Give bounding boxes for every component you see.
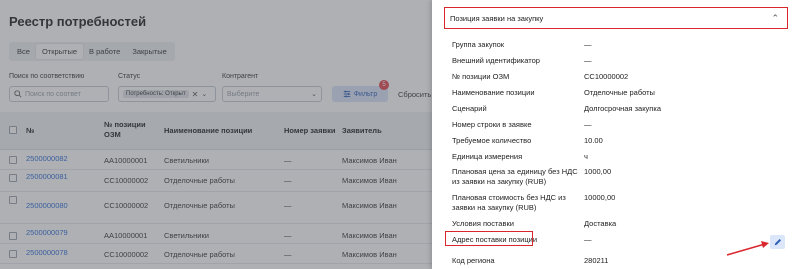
prop-label: Сценарий bbox=[452, 104, 487, 113]
modal-overlay[interactable] bbox=[0, 0, 432, 269]
prop-value: Доставка bbox=[584, 219, 617, 228]
prop-value: Отделочные работы bbox=[584, 88, 655, 97]
section-header[interactable]: Позиция заявки на закупку ⌃ bbox=[444, 7, 788, 29]
prop-label: Группа закупок bbox=[452, 40, 505, 49]
prop-label: Единица измерения bbox=[452, 152, 523, 161]
prop-value: 10000,00 bbox=[584, 193, 616, 202]
prop-label: Плановая цена за единицу без НДС из заяв… bbox=[452, 167, 578, 186]
prop-label: Наименование позиции bbox=[452, 88, 535, 97]
prop-value: — bbox=[584, 40, 592, 49]
chevron-up-icon[interactable]: ⌃ bbox=[771, 13, 779, 24]
prop-label: № позиции ОЗМ bbox=[452, 72, 510, 81]
prop-value: — bbox=[584, 235, 592, 244]
prop-value: 1000,00 bbox=[584, 167, 612, 176]
arrow-annotation bbox=[726, 241, 769, 256]
prop-label: Требуемое количество bbox=[452, 136, 532, 145]
edit-address-button[interactable] bbox=[770, 235, 785, 249]
section-title: Позиция заявки на закупку bbox=[450, 13, 544, 23]
prop-label: Внешний идентификатор bbox=[452, 56, 540, 65]
prop-value: ч bbox=[584, 152, 588, 161]
prop-label: Плановая стоимость без НДС из заявки на … bbox=[452, 193, 566, 212]
prop-value: — bbox=[584, 120, 592, 129]
prop-label: Условия поставки bbox=[452, 219, 514, 228]
highlight-box bbox=[445, 231, 533, 246]
prop-value: — bbox=[584, 56, 592, 65]
prop-label: Код региона bbox=[452, 256, 495, 265]
position-details-drawer: Позиция заявки на закупку ⌃ Группа закуп… bbox=[432, 0, 800, 269]
prop-label: Номер строки в заявке bbox=[452, 120, 532, 129]
pencil-icon bbox=[774, 238, 781, 246]
prop-value: Долгосрочная закупка bbox=[584, 104, 661, 113]
prop-value: 280211 bbox=[584, 256, 609, 265]
prop-value: CC10000002 bbox=[584, 72, 629, 81]
prop-value: 10.00 bbox=[584, 136, 603, 145]
